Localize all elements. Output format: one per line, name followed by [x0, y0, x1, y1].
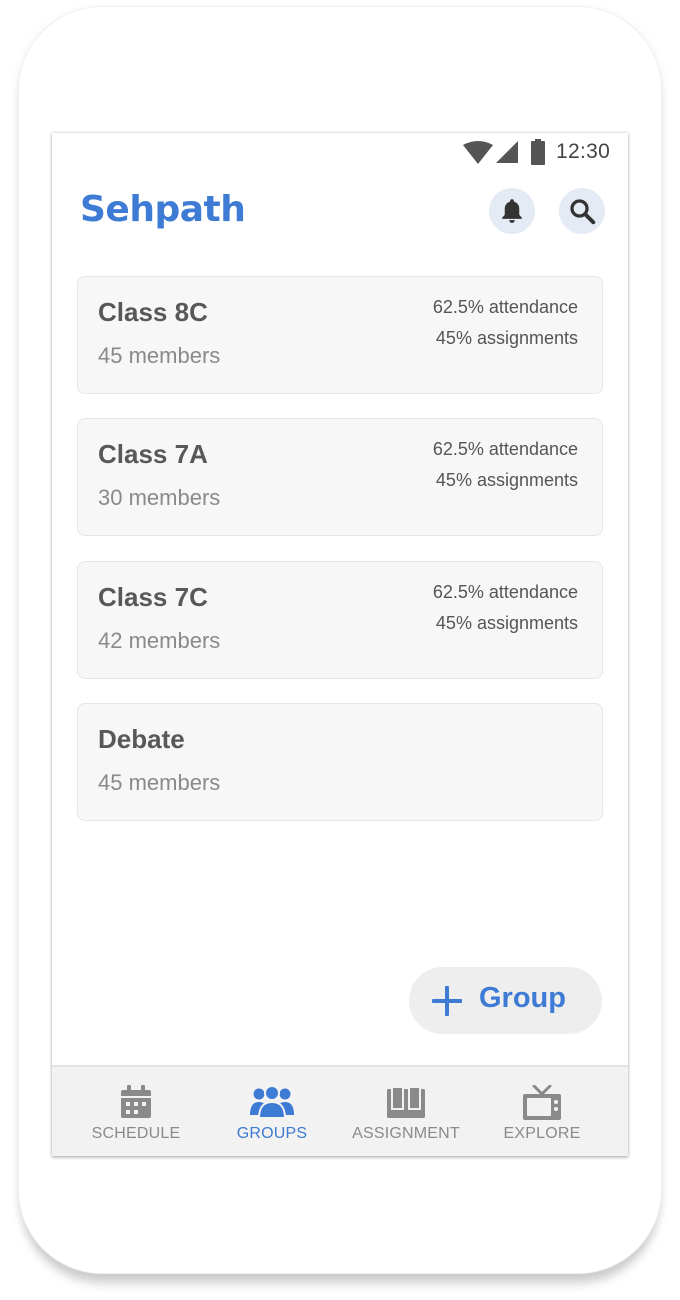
- group-members: 45 members: [98, 770, 221, 795]
- group-members: 30 members: [98, 485, 221, 510]
- app-screen: 12:30 Sehpath Class 8C 45 members 62.5% …: [52, 133, 628, 1156]
- people-icon: [250, 1085, 294, 1119]
- group-attendance: 62.5% attendance: [432, 582, 578, 602]
- group-attendance: 62.5% attendance: [432, 297, 578, 317]
- app-title: Sehpath: [80, 189, 246, 230]
- book-icon: [387, 1086, 425, 1118]
- group-name: Class 7C: [98, 582, 208, 612]
- group-members: 42 members: [98, 628, 221, 653]
- nav-label-schedule: SCHEDULE: [91, 1125, 181, 1142]
- nav-item-schedule[interactable]: SCHEDULE: [66, 1067, 206, 1156]
- search-icon: [570, 199, 596, 225]
- status-bar: 12:30: [52, 133, 628, 173]
- plus-icon: [432, 986, 462, 1016]
- group-assignments: 45% assignments: [435, 470, 578, 490]
- search-button[interactable]: [559, 188, 605, 234]
- nav-item-assignment[interactable]: ASSIGNMENT: [336, 1067, 476, 1156]
- group-assignments: 45% assignments: [435, 613, 578, 633]
- add-group-label: Group: [479, 982, 566, 1014]
- notifications-button[interactable]: [489, 188, 535, 234]
- nav-item-explore[interactable]: EXPLORE: [472, 1067, 612, 1156]
- status-time: 12:30: [556, 140, 611, 163]
- signal-icon: [496, 141, 518, 163]
- group-card-class-7a[interactable]: Class 7A 30 members 62.5% attendance 45%…: [77, 418, 603, 536]
- bell-icon: [502, 199, 522, 223]
- group-name: Class 8C: [98, 297, 208, 327]
- nav-label-assignment: ASSIGNMENT: [352, 1125, 460, 1142]
- bottom-nav: SCHEDULE GROUPS ASSIGNMENT EXPLORE: [52, 1065, 628, 1156]
- add-group-button[interactable]: Group: [409, 967, 602, 1034]
- group-assignments: 45% assignments: [435, 328, 578, 348]
- group-card-class-8c[interactable]: Class 8C 45 members 62.5% attendance 45%…: [77, 276, 603, 394]
- wifi-icon: [463, 141, 493, 164]
- battery-icon: [531, 139, 545, 165]
- group-attendance: 62.5% attendance: [432, 439, 578, 459]
- group-card-class-7c[interactable]: Class 7C 42 members 62.5% attendance 45%…: [77, 561, 603, 679]
- nav-label-groups: GROUPS: [236, 1125, 308, 1142]
- nav-item-groups[interactable]: GROUPS: [202, 1067, 342, 1156]
- tv-icon: [523, 1085, 561, 1120]
- group-name: Class 7A: [98, 439, 208, 469]
- group-card-debate[interactable]: Debate 45 members: [77, 703, 603, 821]
- group-members: 45 members: [98, 343, 221, 368]
- calendar-icon: [121, 1085, 151, 1118]
- nav-label-explore: EXPLORE: [503, 1125, 581, 1142]
- group-name: Debate: [98, 724, 185, 754]
